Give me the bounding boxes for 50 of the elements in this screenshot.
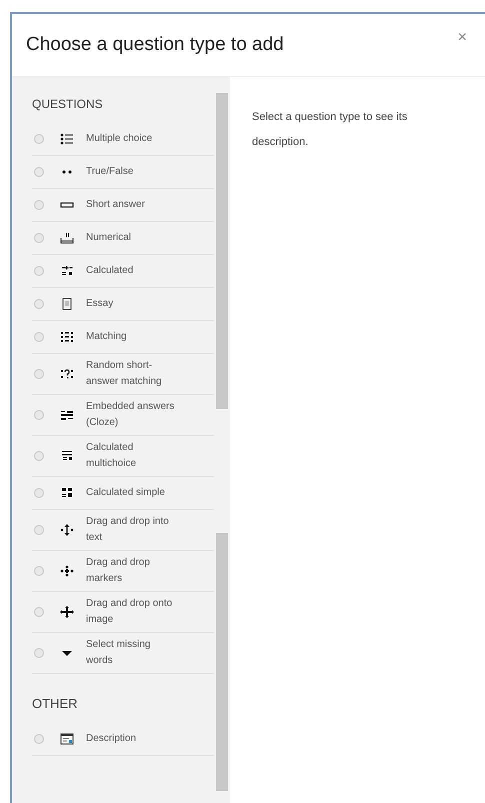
radio-button[interactable] bbox=[34, 525, 44, 535]
move-dots-icon bbox=[60, 565, 74, 577]
question-type-label[interactable]: Drag and drop onto image bbox=[86, 596, 178, 628]
question-dots-icon bbox=[60, 368, 74, 380]
move-arrows-icon bbox=[60, 524, 74, 536]
formula-icon bbox=[60, 450, 74, 462]
document-icon bbox=[60, 298, 74, 310]
question-type-label[interactable]: Numerical bbox=[86, 230, 178, 246]
question-type-label[interactable]: Matching bbox=[86, 329, 178, 345]
radio-button[interactable] bbox=[34, 566, 44, 576]
radio-button[interactable] bbox=[34, 607, 44, 617]
close-button[interactable]: × bbox=[454, 29, 471, 47]
radio-button[interactable] bbox=[34, 332, 44, 342]
radio-button[interactable] bbox=[34, 167, 44, 177]
radio-button[interactable] bbox=[34, 734, 44, 744]
radio-button[interactable] bbox=[34, 648, 44, 658]
section-heading: OTHER bbox=[32, 696, 78, 711]
radio-button[interactable] bbox=[34, 451, 44, 461]
radio-button[interactable] bbox=[34, 266, 44, 276]
formula-icon bbox=[60, 487, 74, 499]
radio-button[interactable] bbox=[34, 488, 44, 498]
description-icon bbox=[60, 733, 74, 745]
question-type-label[interactable]: Short answer bbox=[86, 197, 178, 213]
question-type-label[interactable]: Calculated simple bbox=[86, 485, 178, 501]
list-icon bbox=[60, 133, 74, 145]
radio-button[interactable] bbox=[34, 134, 44, 144]
dialog-title: Choose a question type to add bbox=[26, 34, 284, 56]
radio-button[interactable] bbox=[34, 369, 44, 379]
blanks-icon bbox=[60, 409, 74, 421]
question-type-label[interactable]: Drag and drop into text bbox=[86, 514, 178, 546]
radio-button[interactable] bbox=[34, 200, 44, 210]
question-type-label[interactable]: Calculated bbox=[86, 263, 178, 279]
description-text: Select a question type to see its description. bbox=[252, 110, 408, 150]
radio-button[interactable] bbox=[34, 410, 44, 420]
question-type-label[interactable]: Description bbox=[86, 731, 178, 747]
radio-button[interactable] bbox=[34, 233, 44, 243]
radio-button[interactable] bbox=[34, 299, 44, 309]
move-cross-icon bbox=[60, 606, 74, 618]
number-field-icon bbox=[60, 232, 74, 244]
question-type-label[interactable]: Select missing words bbox=[86, 637, 178, 669]
question-type-label[interactable]: Calculated multichoice bbox=[86, 440, 178, 472]
question-type-label[interactable]: Essay bbox=[86, 296, 178, 312]
question-type-label[interactable]: Multiple choice bbox=[86, 131, 178, 147]
question-type-label[interactable]: True/False bbox=[86, 164, 178, 180]
question-type-label[interactable]: Drag and drop markers bbox=[86, 555, 178, 587]
question-type-label[interactable]: Embedded answers (Cloze) bbox=[86, 399, 178, 431]
section-heading: QUESTIONS bbox=[32, 97, 104, 111]
formula-icon bbox=[60, 265, 74, 277]
question-type-label[interactable]: Random short-answer matching bbox=[86, 358, 178, 390]
grid-dots-icon bbox=[60, 331, 74, 343]
